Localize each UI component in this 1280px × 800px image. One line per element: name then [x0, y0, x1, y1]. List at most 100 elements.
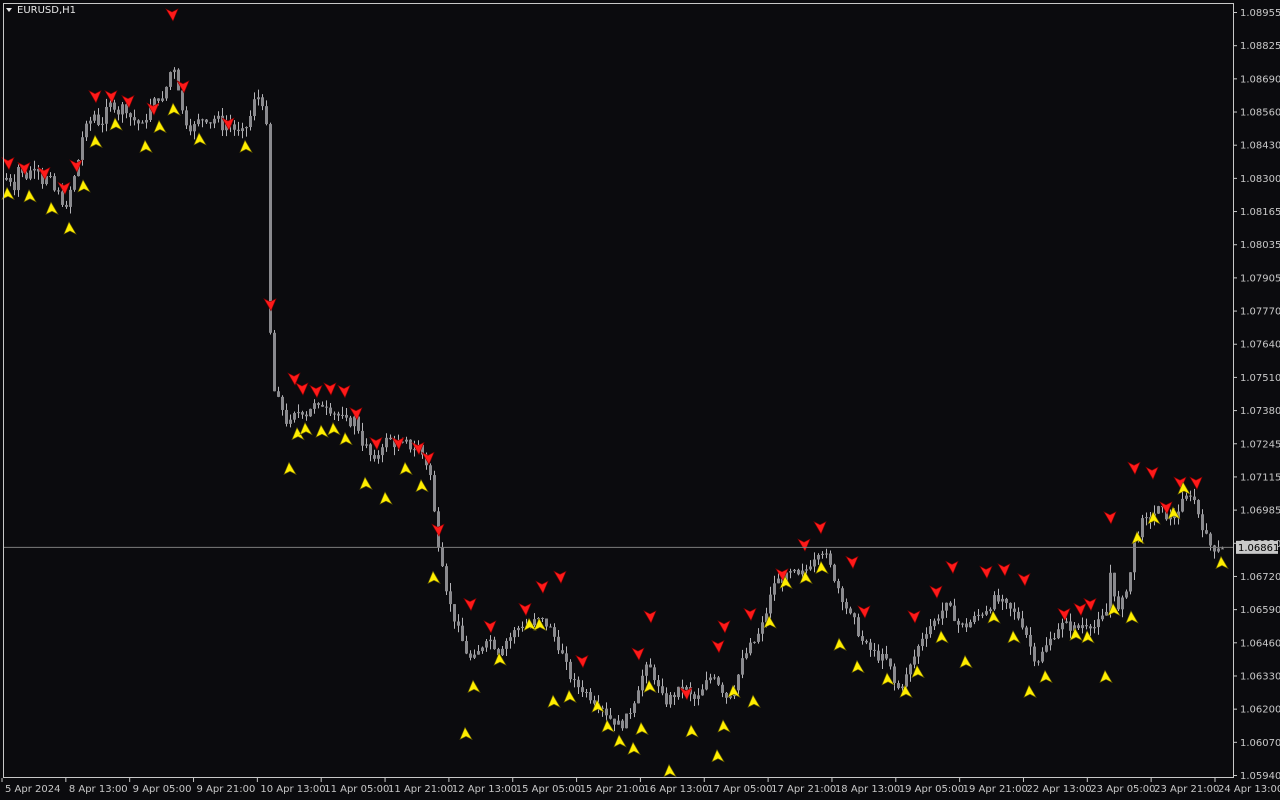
price-tick-label: 1.06070: [1240, 738, 1280, 749]
candle-body: [985, 611, 988, 615]
candle-body: [141, 122, 144, 124]
symbol-header[interactable]: EURUSD,H1: [6, 5, 76, 16]
candle-body: [501, 648, 504, 656]
candle-body: [825, 553, 828, 555]
price-tick-label: 1.08955: [1240, 8, 1280, 19]
candle-body: [449, 591, 452, 605]
candle-body: [697, 695, 700, 699]
candle-body: [873, 649, 876, 651]
candle-body: [513, 630, 516, 638]
candle-body: [469, 653, 472, 658]
candle-body: [849, 608, 852, 614]
candle-body: [881, 653, 884, 661]
candle-body: [913, 656, 916, 665]
candle-body: [837, 581, 840, 589]
candle-body: [953, 605, 956, 621]
candle-body: [349, 417, 352, 427]
candle-body: [257, 97, 260, 100]
candle-body: [461, 625, 464, 642]
candle-body: [705, 680, 708, 690]
candle-body: [213, 118, 216, 124]
candle-body: [561, 650, 564, 654]
candle-body: [17, 166, 20, 191]
candle-body: [861, 636, 864, 641]
candle-body: [645, 664, 648, 676]
candle-body: [565, 653, 568, 662]
candle-body: [69, 189, 72, 207]
candle-body: [1197, 500, 1200, 515]
candle-body: [885, 653, 888, 659]
candle-body: [1145, 517, 1148, 519]
candle-body: [701, 689, 704, 696]
candle-body: [613, 718, 616, 725]
candle-body: [89, 120, 92, 124]
candle-body: [273, 332, 276, 392]
candle-body: [1201, 514, 1204, 531]
price-tick-label: 1.07640: [1240, 340, 1280, 351]
candle-body: [117, 109, 120, 115]
candle-body: [457, 621, 460, 626]
candle-body: [761, 622, 764, 634]
price-tick-label: 1.06590: [1240, 605, 1280, 616]
candle-body: [877, 650, 880, 661]
candle-body: [665, 693, 668, 705]
candle-body: [1157, 506, 1160, 514]
candle-body: [13, 181, 16, 191]
candle-body: [1013, 608, 1016, 612]
candle-body: [657, 680, 660, 687]
price-chart[interactable]: 1.08955 1.08825 1.08690 1.08560 1.08430 1.083…: [0, 0, 1280, 800]
candle-body: [893, 666, 896, 684]
candle-body: [1213, 545, 1216, 552]
candle-body: [217, 115, 220, 119]
candle-body: [1189, 495, 1192, 497]
time-tick-label: 15 Apr 21:00: [580, 784, 645, 795]
candle-body: [301, 412, 304, 415]
candle-body: [445, 566, 448, 592]
candle-body: [353, 416, 356, 427]
candle-body: [865, 640, 868, 643]
candle-body: [1101, 615, 1104, 620]
candle-body: [949, 602, 952, 606]
candle-body: [585, 692, 588, 694]
candle-body: [101, 123, 104, 125]
time-tick-label: 16 Apr 13:00: [643, 784, 708, 795]
candle-body: [969, 622, 972, 628]
candle-body: [481, 647, 484, 652]
time-tick-label: 9 Apr 05:00: [133, 784, 192, 795]
candle-body: [1057, 629, 1060, 639]
candle-body: [161, 98, 164, 101]
candle-body: [1085, 625, 1088, 627]
candle-body: [137, 120, 140, 124]
candle-body: [1049, 638, 1052, 646]
candle-body: [49, 175, 52, 177]
candle-body: [749, 642, 752, 654]
candle-body: [245, 127, 248, 129]
candle-body: [93, 114, 96, 121]
price-tick-label: 1.08430: [1240, 141, 1280, 152]
candle-body: [929, 626, 932, 635]
candle-body: [577, 679, 580, 688]
current-price-label: 1.06861: [1238, 543, 1279, 554]
candle-body: [1061, 622, 1064, 630]
candle-body: [489, 639, 492, 642]
chart-background: [0, 0, 1280, 800]
candle-body: [233, 124, 236, 130]
candle-body: [297, 412, 300, 414]
candle-body: [65, 204, 68, 207]
candle-body: [61, 191, 64, 205]
candle-body: [857, 617, 860, 637]
candle-body: [805, 569, 808, 571]
time-tick-label: 23 Apr 21:00: [1154, 784, 1219, 795]
time-tick-label: 5 Apr 2024: [5, 784, 60, 795]
candle-body: [385, 437, 388, 448]
current-price-tag: 1.06861: [1236, 540, 1279, 554]
candle-body: [797, 569, 800, 575]
candle-body: [305, 414, 308, 417]
candle-body: [745, 653, 748, 659]
candle-body: [581, 687, 584, 693]
candle-body: [465, 641, 468, 654]
candle-body: [293, 413, 296, 420]
price-tick-label: 1.07115: [1240, 472, 1280, 483]
candle-body: [321, 404, 324, 407]
candle-body: [769, 594, 772, 614]
